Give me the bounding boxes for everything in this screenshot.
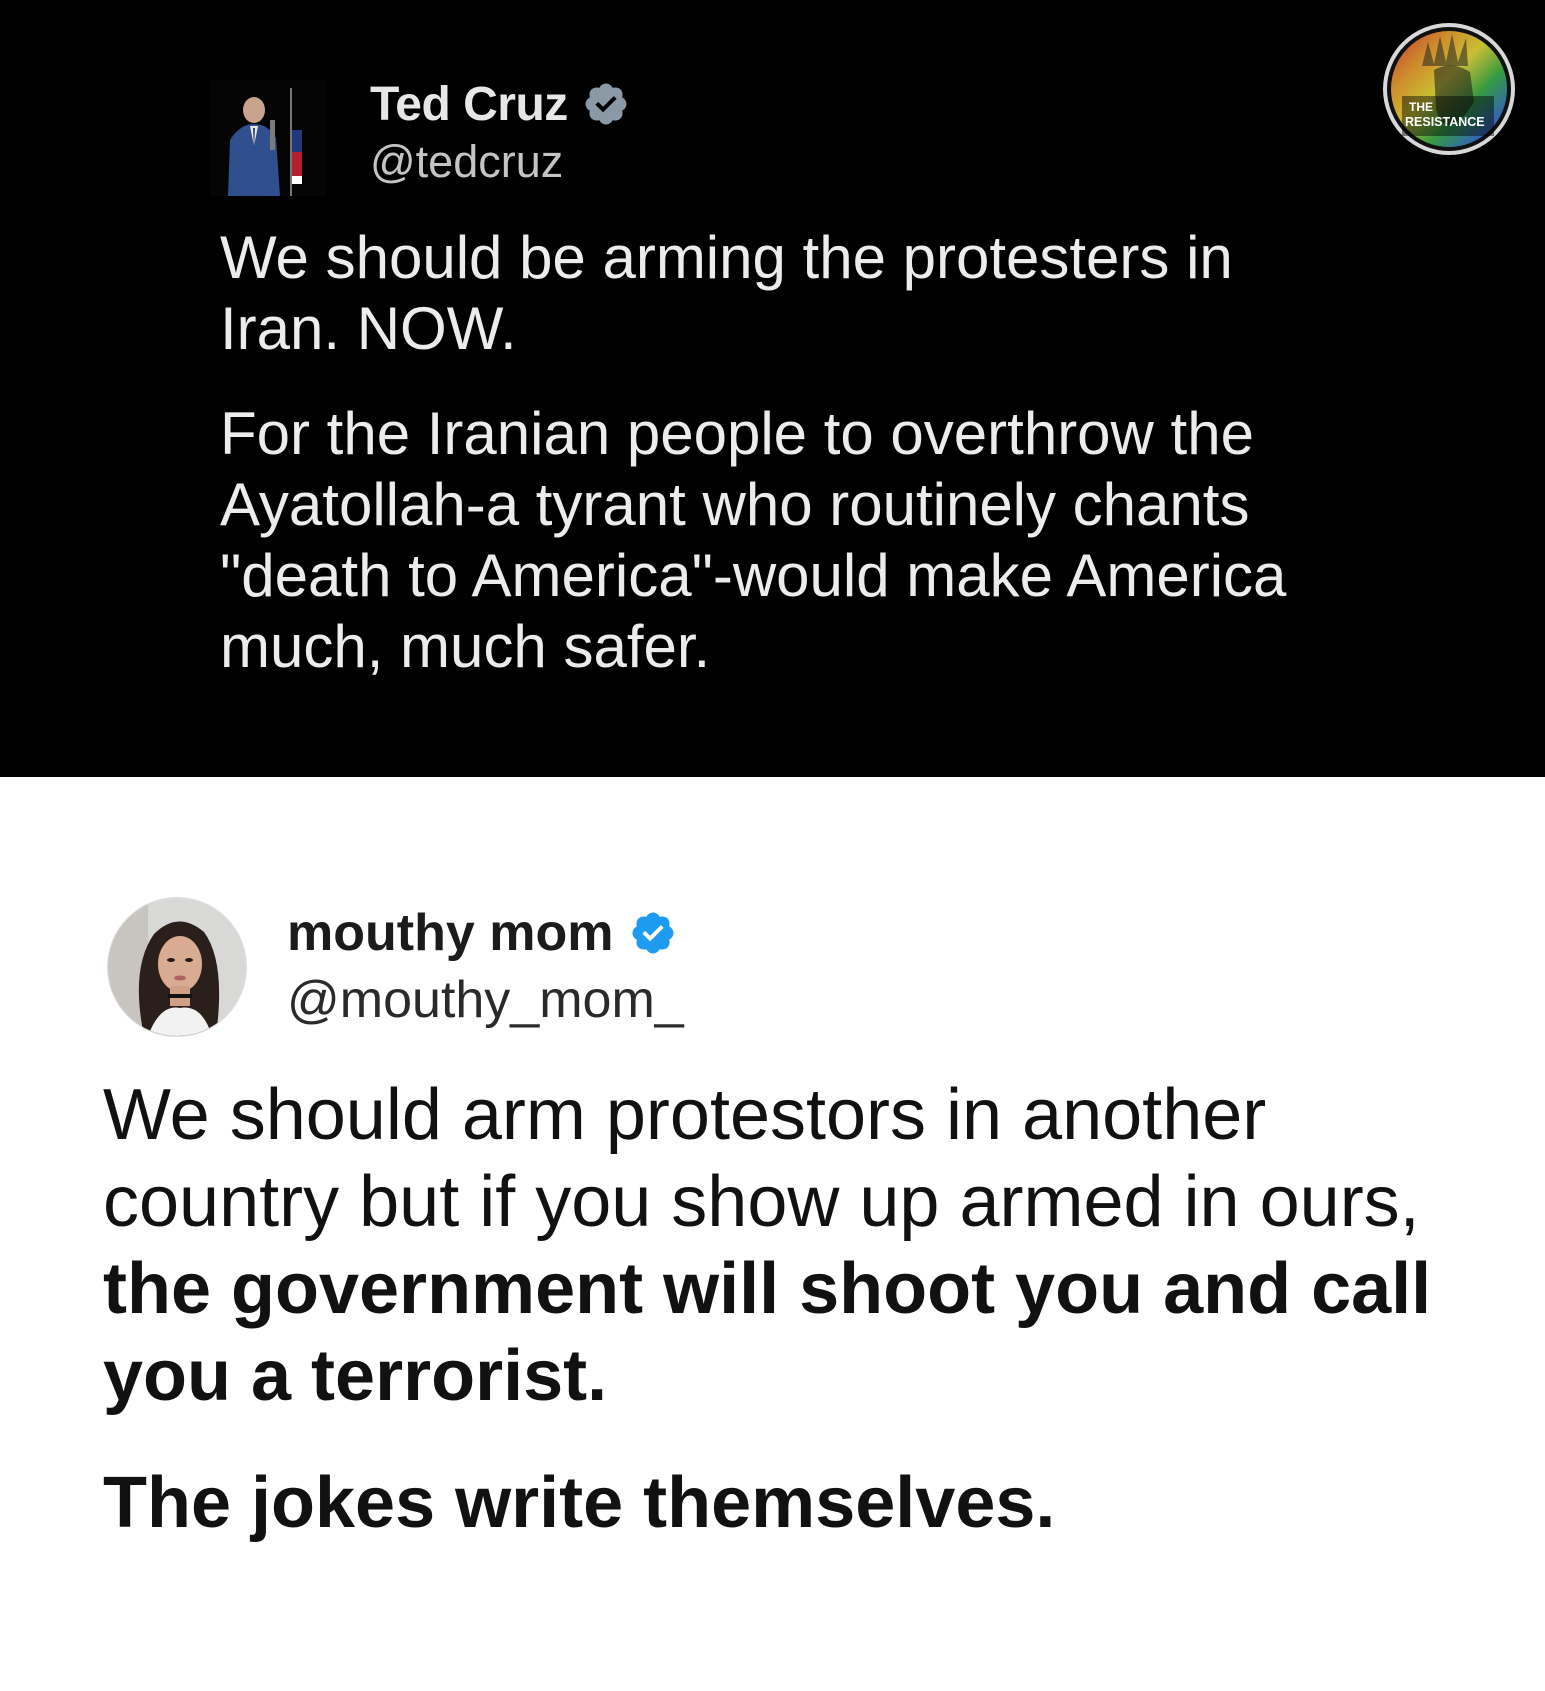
top-tweet-card: Ted Cruz @tedcruz We should be arming th… <box>0 0 1545 777</box>
verified-badge-icon <box>585 83 627 125</box>
bottom-tweet-text: We should arm protestors in another coun… <box>103 1072 1443 1587</box>
verified-badge-icon <box>632 912 674 954</box>
top-tweet-paragraph-2: For the Iranian people to overthrow the … <box>220 400 1287 680</box>
tedcruz-avatar[interactable] <box>210 80 326 196</box>
bottom-tweet-bold-text: the government will shoot you and call y… <box>103 1249 1432 1416</box>
logo-text-resistance: RESISTANCE <box>1405 115 1485 129</box>
statue-of-liberty-logo-icon: THE RESISTANCE <box>1383 23 1515 155</box>
mouthy-mom-handle[interactable]: @mouthy_mom_ <box>287 970 684 1030</box>
logo-text-the: THE <box>1409 100 1433 114</box>
mouthy-mom-display-name[interactable]: mouthy mom <box>287 903 613 963</box>
the-resistance-logo: THE RESISTANCE <box>1382 22 1516 156</box>
top-tweet-text: We should be arming the protesters in Ir… <box>220 222 1340 716</box>
bottom-tweet-paragraph-2: The jokes write themselves. <box>103 1463 1056 1543</box>
avatar-portrait-image <box>108 898 246 1036</box>
top-tweet-paragraph-1: We should be arming the protesters in Ir… <box>220 224 1233 362</box>
bottom-tweet-regular-text: We should arm protestors in another coun… <box>103 1075 1420 1242</box>
tedcruz-handle[interactable]: @tedcruz <box>370 136 563 188</box>
bottom-tweet-paragraph-1: We should arm protestors in another coun… <box>103 1072 1443 1420</box>
mouthy-mom-avatar[interactable] <box>107 897 247 1037</box>
bottom-tweet-name-row: mouthy mom <box>287 900 677 966</box>
top-tweet-name-row: Ted Cruz <box>370 72 630 136</box>
avatar-speaker-image <box>210 80 326 196</box>
tedcruz-display-name[interactable]: Ted Cruz <box>370 77 568 132</box>
